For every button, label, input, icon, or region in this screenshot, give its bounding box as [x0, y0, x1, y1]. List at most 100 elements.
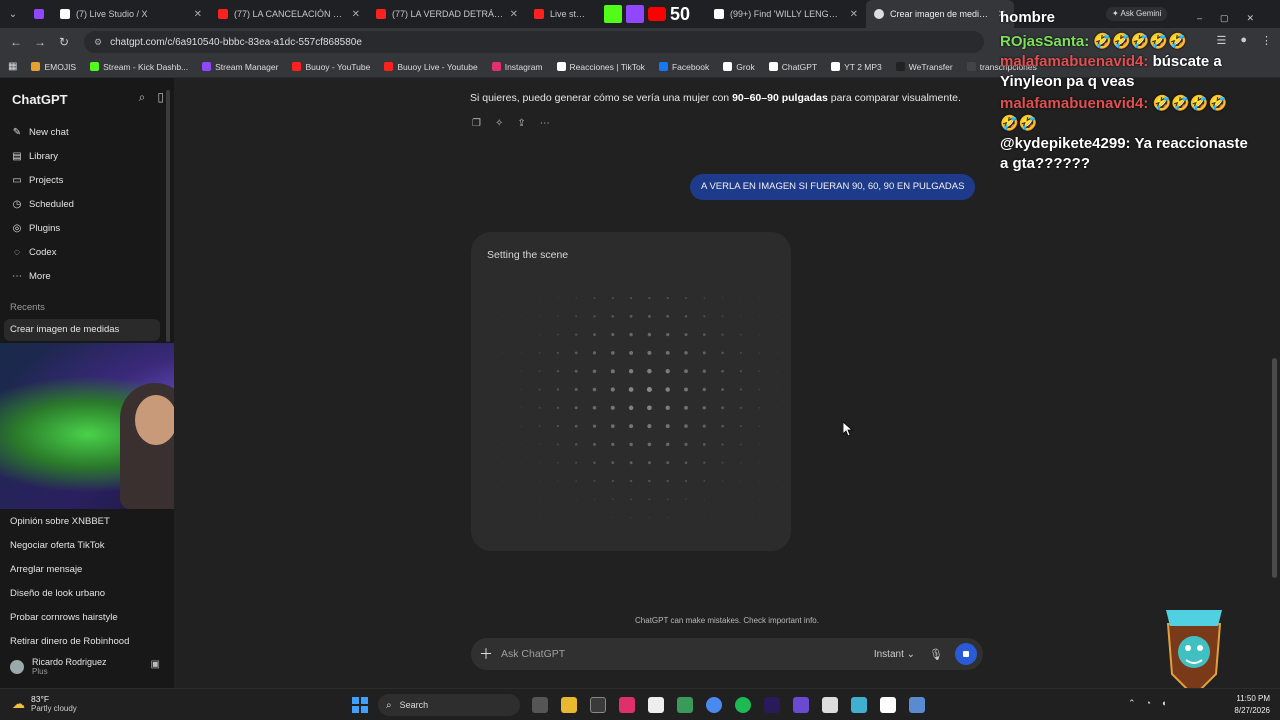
sidebar-toggle-icon[interactable]: ▯	[157, 90, 164, 105]
chevron-up-icon[interactable]: ⌃	[1128, 698, 1136, 709]
bookmark-item[interactable]: Facebook	[658, 62, 709, 72]
settings-icon[interactable]: ▣	[151, 659, 160, 670]
tab-youtube-2[interactable]: (77) LA VERDAD DETRÁS DEL B ✕	[368, 0, 526, 28]
tiktok-app-icon[interactable]	[619, 697, 635, 713]
loading-dot	[721, 297, 724, 299]
bookmark-item[interactable]: Buuoy - YouTube	[292, 62, 370, 72]
network-icon[interactable]: ◔	[1146, 698, 1151, 709]
tab-chatgpt-active[interactable]: Crear imagen de medidas ✕	[866, 0, 1014, 28]
ask-gemini-button[interactable]: ✦ Ask Gemini	[1106, 7, 1168, 21]
capcut-icon[interactable]	[648, 697, 664, 713]
close-icon[interactable]: ✕	[352, 9, 360, 20]
prompt-input[interactable]	[501, 648, 874, 660]
sidebar-item-scheduled[interactable]: ◷ Scheduled	[10, 194, 160, 214]
tab-pinned[interactable]	[26, 0, 52, 28]
loading-dot	[702, 406, 706, 410]
brand-title[interactable]: ChatGPT	[12, 92, 68, 107]
chrome-icon[interactable]	[706, 697, 722, 713]
sidebar-scrollbar[interactable]	[166, 90, 170, 342]
notepad-icon[interactable]	[822, 697, 838, 713]
tab-live-stream[interactable]: Live stream	[526, 0, 596, 28]
recent-chat-active[interactable]: Crear imagen de medidas	[4, 319, 160, 341]
copy-icon[interactable]: ❐	[472, 118, 481, 129]
recent-chat[interactable]: Negociar oferta TikTok	[10, 540, 105, 551]
loading-dot	[739, 351, 742, 354]
search-icon[interactable]: ⌕	[139, 90, 146, 105]
bookmark-item[interactable]: Stream Manager	[202, 62, 278, 72]
bookmark-item[interactable]: YT 2 MP3	[831, 62, 882, 72]
sidebar-item-projects[interactable]: ▭ Projects	[10, 170, 160, 190]
back-icon[interactable]: ←	[4, 35, 28, 49]
recent-chat[interactable]: Diseño de look urbano	[10, 588, 105, 599]
sidebar-item-new-chat[interactable]: ✎ New chat	[10, 122, 160, 142]
close-icon[interactable]: ✕	[850, 9, 858, 20]
microphone-icon[interactable]: 🎙	[929, 648, 943, 661]
main-scrollbar[interactable]	[1272, 358, 1277, 578]
loading-dot	[520, 480, 522, 482]
app-icon[interactable]	[880, 697, 896, 713]
bookmark-item[interactable]: Stream - Kick Dashb...	[90, 62, 188, 72]
sidebar-item-library[interactable]: ▤ Library	[10, 146, 160, 166]
app-icon[interactable]	[590, 697, 606, 713]
close-icon[interactable]: ✕	[194, 9, 202, 20]
app-icon[interactable]	[677, 697, 693, 713]
apps-grid-icon[interactable]: ▦	[8, 61, 17, 72]
loading-dot	[538, 443, 541, 446]
task-view-icon[interactable]	[532, 697, 548, 713]
app-icon[interactable]	[851, 697, 867, 713]
window-controls[interactable]: –▢✕	[1197, 8, 1272, 28]
share-icon[interactable]: ⇪	[517, 118, 525, 129]
forward-icon[interactable]: →	[28, 35, 52, 49]
loading-dot	[557, 315, 559, 318]
sidebar-item-codex[interactable]: ◌ Codex	[10, 242, 160, 262]
premiere-icon[interactable]	[764, 697, 780, 713]
app-icon[interactable]	[793, 697, 809, 713]
user-profile[interactable]: Ricardo Rodriguez Plus	[10, 657, 107, 676]
bookmark-item[interactable]: EMOJIS	[31, 62, 76, 72]
recent-chat[interactable]: Retirar dinero de Robinhood	[10, 636, 129, 647]
weather-widget[interactable]: ☁ 83°F Partly cloudy	[12, 694, 77, 713]
loading-dot	[575, 517, 577, 519]
file-explorer-icon[interactable]	[561, 697, 577, 713]
loading-dot	[703, 480, 706, 482]
recent-chat[interactable]: Probar cornrows hairstyle	[10, 612, 118, 623]
bookmark-item[interactable]: Reacciones | TikTok	[556, 62, 645, 72]
site-info-icon[interactable]: ⚙	[94, 37, 102, 48]
loading-dot	[684, 333, 688, 337]
address-bar[interactable]: ⚙ chatgpt.com/c/6a910540-bbbc-83ea-a1dc-…	[84, 31, 984, 53]
tab-title: (77) LA CANCELACIÓN DE WILL	[234, 9, 346, 19]
close-icon[interactable]: ✕	[510, 9, 518, 20]
more-icon[interactable]: ⋯	[540, 118, 550, 129]
loading-dot	[611, 314, 615, 318]
url-text: chatgpt.com/c/6a910540-bbbc-83ea-a1dc-55…	[110, 36, 362, 48]
plus-icon[interactable]: ＋	[471, 644, 501, 664]
bookmark-item[interactable]: Instagram	[491, 62, 543, 72]
bookmark-item[interactable]: Buuoy Live - Youtube	[384, 62, 478, 72]
sidebar-item-more[interactable]: ⋯ More	[10, 266, 160, 286]
loading-dot	[647, 368, 652, 374]
stop-button[interactable]	[955, 643, 977, 665]
tab-x-live-studio[interactable]: (7) Live Studio / X ✕	[52, 0, 210, 28]
tab-youtube-1[interactable]: (77) LA CANCELACIÓN DE WILL ✕	[210, 0, 368, 28]
recent-chat[interactable]: Opinión sobre XNBBET	[10, 516, 110, 527]
recent-chat[interactable]: Arreglar mensaje	[10, 564, 82, 575]
volume-icon[interactable]: ◖	[1161, 698, 1166, 709]
bookmark-item[interactable]: WeTransfer	[895, 62, 953, 72]
app-icon[interactable]	[909, 697, 925, 713]
clock[interactable]: 11:50 PM 8/27/2026	[1234, 693, 1270, 717]
thumbs-down-icon[interactable]: ✧	[495, 118, 503, 129]
windows-start-icon[interactable]	[352, 697, 368, 713]
spotify-icon[interactable]	[735, 697, 751, 713]
taskbar: ☁ 83°F Partly cloudy ⌕ Search ⌃ ◔ ◖ 11:5…	[0, 688, 1280, 720]
mode-selector[interactable]: Instant ⌄	[874, 649, 915, 660]
loading-dot	[538, 462, 541, 464]
taskbar-search[interactable]: ⌕ Search	[378, 694, 520, 716]
tab-search-icon[interactable]: ⌄	[0, 9, 26, 20]
bookmark-item[interactable]: Grok	[723, 62, 755, 72]
chat-message: a gta??????	[1000, 154, 1090, 174]
sidebar-item-plugins[interactable]: ◎ Plugins	[10, 218, 160, 238]
reload-icon[interactable]: ↻	[52, 35, 76, 49]
kick-icon	[604, 5, 622, 23]
tab-tiktok[interactable]: (99+) Find 'WILLY LENGUA PEC ✕	[706, 0, 866, 28]
bookmark-item[interactable]: ChatGPT	[768, 62, 817, 72]
